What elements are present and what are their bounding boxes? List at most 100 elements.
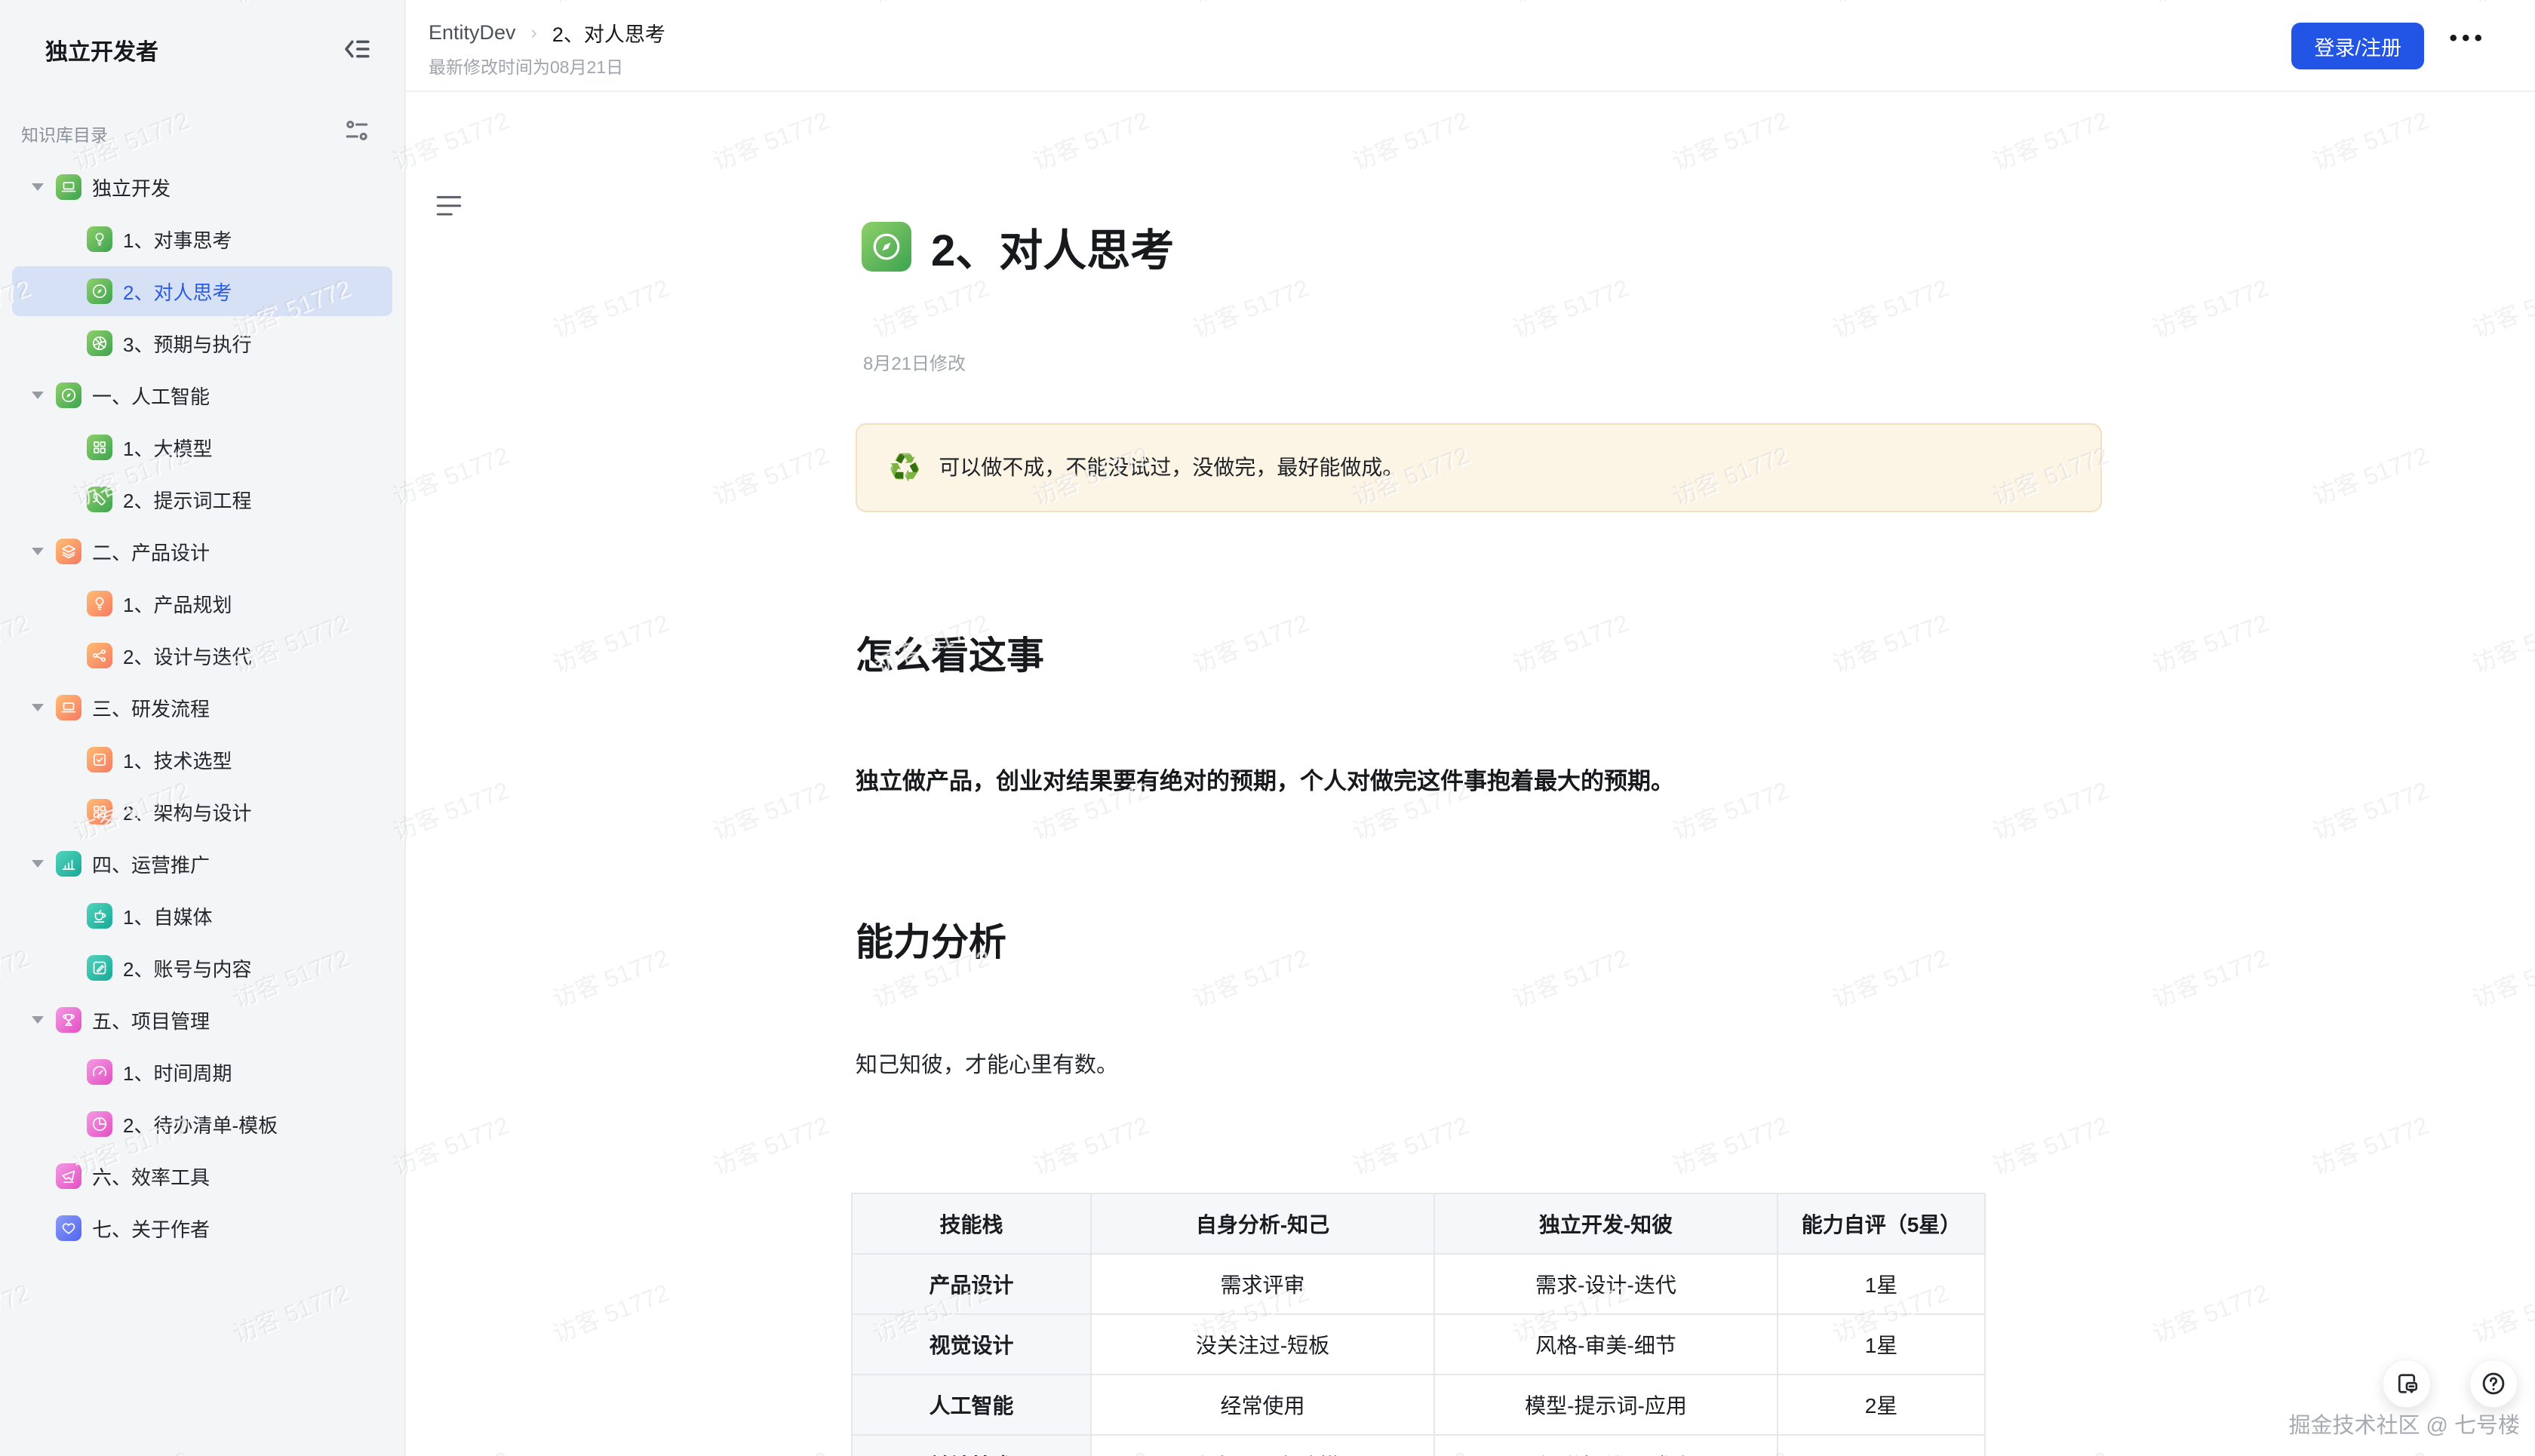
sidebar-item-2、账号与内容[interactable]: 2、账号与内容 — [12, 943, 392, 993]
skills-table-body: 产品设计需求评审需求-设计-迭代1星视觉设计没关注过-短板风格-审美-细节1星人… — [852, 1254, 1985, 1456]
chevron-down-icon[interactable] — [32, 1016, 44, 1024]
doc-title-row: 2、对人思考 — [862, 186, 2103, 308]
section-heading: 能力分析 — [856, 912, 2103, 966]
expand-arrow-slot — [32, 392, 56, 399]
sidebar-item-四、运营推广[interactable]: 四、运营推广 — [12, 839, 392, 889]
sidebar-item-label: 五、项目管理 — [92, 1006, 210, 1034]
sidebar-item-label: 2、架构与设计 — [123, 798, 251, 826]
doc-sections: 怎么看这事独立做产品，创业对结果要有绝对的预期，个人对做完这件事抱着最大的预期。… — [851, 625, 2103, 1083]
sidebar-item-1、时间周期[interactable]: 1、时间周期 — [12, 1047, 392, 1097]
heart-icon — [56, 1215, 81, 1241]
table-cell: 没关注过-短板 — [1091, 1314, 1434, 1375]
callout-text: 可以做不成，不能没试过，没做完，最好能做成。 — [939, 452, 1403, 484]
table-cell: 风格-审美-细节 — [1434, 1314, 1778, 1375]
sidebar-item-五、项目管理[interactable]: 五、项目管理 — [12, 995, 392, 1045]
workspace-title: 独立开发者 — [45, 33, 158, 66]
sidebar-item-七、关于作者[interactable]: 七、关于作者 — [12, 1203, 392, 1253]
skills-table-head: 技能栈自身分析-知己独立开发-知彼能力自评（5星） — [852, 1193, 1985, 1254]
sidebar-item-二、产品设计[interactable]: 二、产品设计 — [12, 527, 392, 576]
laptop-icon — [56, 174, 81, 200]
expand-arrow-slot — [32, 860, 56, 868]
sidebar-item-label: 1、产品规划 — [123, 590, 232, 618]
paragraph: 知己知彼，才能心里有数。 — [856, 1049, 2103, 1083]
help-fab-button[interactable] — [2469, 1359, 2518, 1408]
plane-icon — [56, 1163, 81, 1189]
outline-toggle-icon[interactable] — [436, 195, 462, 217]
expand-arrow-slot — [32, 548, 56, 555]
last-modified-text: 最新修改时间为08月21日 — [429, 53, 623, 78]
table-cell: 需求评审 — [1091, 1254, 1434, 1314]
table-cell: 人工智能 — [852, 1375, 1091, 1435]
grid-icon — [87, 435, 112, 460]
sidebar-item-2、对人思考[interactable]: 2、对人思考 — [12, 266, 392, 316]
sidebar-item-label: 一、人工智能 — [92, 382, 210, 410]
lightbulb-icon — [87, 591, 112, 616]
sidebar-item-一、人工智能[interactable]: 一、人工智能 — [12, 370, 392, 420]
expand-arrow-slot — [32, 183, 56, 191]
sidebar-item-label: 六、效率工具 — [92, 1163, 210, 1190]
community-credit-text: 掘金技术社区 @ 七号楼 — [2288, 1408, 2520, 1439]
sidebar-item-1、产品规划[interactable]: 1、产品规划 — [12, 579, 392, 628]
table-row: 产品设计需求评审需求-设计-迭代1星 — [852, 1254, 1985, 1314]
sidebar-item-2、待办清单-模板[interactable]: 2、待办清单-模板 — [12, 1099, 392, 1149]
paragraph: 独立做产品，创业对结果要有绝对的预期，个人对做完这件事抱着最大的预期。 — [856, 764, 2103, 800]
table-cell: 与视觉相关-要求高 — [1434, 1435, 1778, 1456]
sidebar-item-1、对事思考[interactable]: 1、对事思考 — [12, 214, 392, 264]
doc-comment-icon — [2393, 1370, 2420, 1397]
breadcrumb-root[interactable]: EntityDev — [429, 21, 516, 45]
flow-icon — [87, 643, 112, 668]
sidebar: 独立开发者 知识库目录 独立开发1、对事思考2、对人思考3、预期与执行一、人工智… — [0, 0, 406, 1456]
sidebar-item-label: 2、设计与迭代 — [123, 642, 251, 670]
sidebar-item-1、大模型[interactable]: 1、大模型 — [12, 422, 392, 472]
chevron-down-icon[interactable] — [32, 704, 44, 711]
grid-icon — [87, 799, 112, 825]
sidebar-item-label: 2、对人思考 — [123, 278, 232, 306]
sidebar-item-label: 三、研发流程 — [92, 694, 210, 722]
pie-icon — [87, 1111, 112, 1137]
sidebar-item-2、设计与迭代[interactable]: 2、设计与迭代 — [12, 631, 392, 680]
chevron-down-icon[interactable] — [32, 860, 44, 868]
section-heading: 怎么看这事 — [856, 625, 2103, 680]
doc-modified-text: 8月21日修改 — [863, 349, 2103, 375]
laptop-icon — [56, 695, 81, 720]
sidebar-item-label: 3、预期与执行 — [123, 330, 251, 358]
toc-settings-icon[interactable] — [343, 116, 371, 145]
table-header-cell: 能力自评（5星） — [1778, 1193, 1985, 1254]
sidebar-item-1、技术选型[interactable]: 1、技术选型 — [12, 735, 392, 785]
table-cell: 视觉设计 — [852, 1314, 1091, 1375]
sidebar-item-三、研发流程[interactable]: 三、研发流程 — [12, 683, 392, 733]
sidebar-item-label: 独立开发 — [92, 174, 171, 201]
sidebar-collapse-icon[interactable] — [341, 33, 373, 65]
breadcrumb-current: 2、对人思考 — [552, 18, 665, 48]
sidebar-item-label: 二、产品设计 — [92, 538, 210, 566]
annotation-fab-button[interactable] — [2383, 1359, 2431, 1408]
sidebar-tree: 独立开发 1、对事思考 2、对人思考 3、预期与执行一、人工智能 1、大模型 2、提示词工… — [0, 160, 404, 1255]
chevron-down-icon[interactable] — [32, 392, 44, 399]
sidebar-item-label: 2、提示词工程 — [123, 486, 251, 514]
breadcrumb-separator-icon: › — [531, 22, 537, 44]
trophy-icon — [56, 1007, 81, 1033]
more-menu-icon[interactable]: ••• — [2449, 26, 2487, 51]
sidebar-item-label: 1、技术选型 — [123, 746, 232, 774]
sidebar-item-2、架构与设计[interactable]: 2、架构与设计 — [12, 787, 392, 837]
sidebar-item-2、提示词工程[interactable]: 2、提示词工程 — [12, 475, 392, 524]
sidebar-item-独立开发[interactable]: 独立开发 — [12, 162, 392, 212]
table-header-row: 技能栈自身分析-知己独立开发-知彼能力自评（5星） — [852, 1193, 1985, 1254]
sidebar-item-label: 1、对事思考 — [123, 226, 232, 253]
login-register-button[interactable]: 登录/注册 — [2291, 23, 2424, 69]
chevron-down-icon[interactable] — [32, 183, 44, 191]
chevron-down-icon[interactable] — [32, 548, 44, 555]
sidebar-item-label: 1、时间周期 — [123, 1058, 232, 1086]
sidebar-item-label: 四、运营推广 — [92, 850, 210, 878]
sidebar-item-六、效率工具[interactable]: 六、效率工具 — [12, 1151, 392, 1201]
sidebar-item-label: 2、账号与内容 — [123, 954, 251, 982]
sidebar-item-1、自媒体[interactable]: 1、自媒体 — [12, 891, 392, 941]
tag-icon — [87, 487, 112, 512]
compass-icon — [87, 278, 112, 304]
table-cell: 2星 — [1778, 1435, 1985, 1456]
compass-icon — [56, 382, 81, 408]
table-cell: 前端技术 — [852, 1435, 1091, 1456]
sidebar-item-3、预期与执行[interactable]: 3、预期与执行 — [12, 318, 392, 368]
recycle-emoji-icon: ♻️ — [889, 455, 920, 481]
callout-banner: ♻️ 可以做不成，不能没试过，没做完，最好能做成。 — [856, 423, 2102, 512]
